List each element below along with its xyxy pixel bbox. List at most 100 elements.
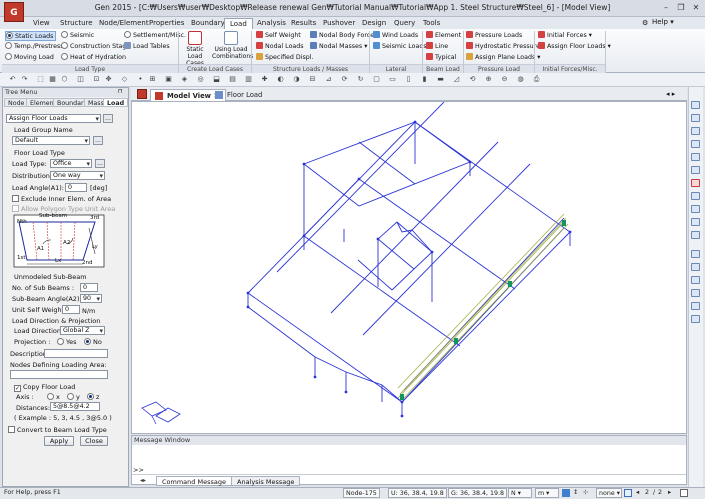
assign-floor-loads-button[interactable]: Assign Floor Loads ▾ — [538, 42, 611, 52]
no-sub-beams-input[interactable]: 0 — [80, 283, 98, 292]
refresh-icon[interactable]: ⟳ — [340, 75, 349, 84]
tab-view[interactable]: View — [28, 18, 55, 29]
load-group-more-button[interactable]: … — [93, 136, 103, 145]
bottom-view-icon[interactable]: ▬ — [436, 75, 445, 84]
front-icon[interactable] — [691, 179, 700, 187]
perspective-icon[interactable]: ⬓ — [212, 75, 221, 84]
settlement-misc-option[interactable]: Settlement/Misc. — [124, 31, 186, 41]
left-view-icon[interactable]: ▯ — [404, 75, 413, 84]
assign-plane-loads-button[interactable]: Assign Plane Loads ▾ — [466, 53, 540, 63]
page-prev-icon[interactable]: ◂ — [636, 488, 639, 498]
top-view-icon[interactable]: ▭ — [388, 75, 397, 84]
regenerate-icon[interactable]: ↻ — [356, 75, 365, 84]
seismic-loads-button[interactable]: Seismic Loads — [373, 42, 427, 52]
iso-view-icon[interactable]: ◇ — [120, 75, 129, 84]
exclude-inner-checkbox[interactable]: Exclude Inner Elem. of Area — [12, 195, 111, 203]
seismic-option[interactable]: Seismic — [61, 31, 94, 41]
help-menu[interactable]: Help ▾ — [652, 18, 674, 26]
tab-design[interactable]: Design — [357, 18, 391, 29]
pressure-loads-button[interactable]: Pressure Loads — [466, 31, 522, 41]
zoom-fit-icon[interactable]: ⊡ — [92, 75, 101, 84]
load-angle-input[interactable]: 0 — [65, 183, 87, 192]
shrink-icon[interactable]: ◎ — [196, 75, 205, 84]
zoom-out-icon[interactable] — [691, 127, 700, 135]
capture-icon[interactable]: ⎙ — [532, 75, 541, 84]
zoom-in-icon[interactable] — [691, 114, 700, 122]
minimize-button[interactable]: – — [660, 2, 672, 13]
allow-polygon-checkbox[interactable]: Allow Polygon Type Unit Area — [12, 205, 115, 213]
distribution-select[interactable]: One way — [50, 171, 105, 180]
tab-properties[interactable]: Properties — [144, 18, 189, 29]
model-view-canvas[interactable] — [131, 101, 687, 434]
panel-tab-load[interactable]: Load — [103, 98, 129, 107]
select-icon[interactable]: ⬚ — [36, 75, 45, 84]
message-scroll-icon[interactable]: ◂▸ — [140, 477, 146, 484]
axis-x-radio[interactable]: x — [47, 393, 60, 401]
heat-of-hydration-option[interactable]: Heat of Hydration — [61, 53, 126, 63]
panel-tab-node[interactable]: Node — [4, 98, 29, 107]
tab-results[interactable]: Results — [286, 18, 321, 29]
iso-icon[interactable] — [691, 166, 700, 174]
zoom-out-icon[interactable]: ⊖ — [500, 75, 509, 84]
snap-icon[interactable]: ✚ — [260, 75, 269, 84]
tab-analysis-message[interactable]: Analysis Message — [231, 476, 301, 486]
tab-tools[interactable]: Tools — [418, 18, 445, 29]
structure-model[interactable] — [132, 101, 688, 435]
pan-icon[interactable]: ✥ — [104, 75, 113, 84]
redo-icon[interactable]: ↷ — [20, 75, 29, 84]
nodal-body-force-button[interactable]: Nodal Body Force — [310, 31, 374, 41]
tab-scroll-icon[interactable]: ◂ ▸ — [666, 90, 675, 98]
display-mass-icon[interactable] — [691, 302, 700, 310]
command-more-button[interactable]: … — [103, 114, 113, 123]
restore-button[interactable]: ❐ — [675, 2, 687, 13]
element-beam-load-button[interactable]: Element — [426, 31, 461, 41]
restore-icon[interactable] — [680, 489, 688, 497]
command-prompt[interactable]: >> — [133, 466, 144, 474]
named-plane-icon[interactable]: ⊟ — [308, 75, 317, 84]
load-tables-button[interactable]: Load Tables — [124, 42, 170, 52]
page-next-icon[interactable]: ▸ — [668, 488, 671, 498]
zoom-window-icon[interactable]: ⊕ — [484, 75, 493, 84]
description-input[interactable] — [44, 349, 108, 358]
dynamic-view-icon[interactable]: ⟲ — [468, 75, 477, 84]
right-view-icon[interactable]: ▮ — [420, 75, 429, 84]
tab-floor-load[interactable]: Floor Load — [211, 89, 268, 101]
pan-icon[interactable] — [691, 140, 700, 148]
grid-icon[interactable]: ▥ — [244, 75, 253, 84]
status-cross-icon[interactable]: ⊹ — [583, 488, 588, 498]
display-boundary-icon[interactable] — [691, 276, 700, 284]
top-icon[interactable] — [691, 192, 700, 200]
activate-icon[interactable]: ◐ — [276, 75, 285, 84]
moving-load-option[interactable]: Moving Load — [5, 53, 54, 63]
convert-to-beam-checkbox[interactable]: Convert to Beam Load Type — [8, 426, 107, 434]
command-select[interactable]: Assign Floor Loads — [6, 114, 101, 123]
display-load-icon[interactable] — [691, 289, 700, 297]
tab-structure[interactable]: Structure — [55, 18, 98, 29]
close-button[interactable]: Close — [80, 436, 108, 446]
temp-prestress-option[interactable]: Temp./Prestress — [5, 42, 64, 52]
front-view-icon[interactable]: ▢ — [372, 75, 381, 84]
nodal-loads-button[interactable]: Nodal Loads — [256, 42, 304, 52]
projection-no-radio[interactable]: No — [84, 338, 102, 346]
element-number-icon[interactable]: ⊞ — [148, 75, 157, 84]
pin-icon[interactable]: ⊓ — [118, 88, 123, 95]
app-logo[interactable]: G — [4, 2, 24, 22]
copy-floor-load-checkbox[interactable]: ✓ Copy Floor Load — [14, 383, 75, 392]
display-element-icon[interactable] — [691, 263, 700, 271]
bottom-icon[interactable] — [691, 231, 700, 239]
frame-icon[interactable] — [624, 489, 632, 497]
initial-forces-button[interactable]: Initial Forces ▾ — [538, 31, 592, 41]
nodal-masses-button[interactable]: Nodal Masses ▾ — [310, 42, 367, 52]
inactivate-icon[interactable]: ◑ — [292, 75, 301, 84]
unselect-icon[interactable]: ◫ — [76, 75, 85, 84]
display-icon[interactable]: ▣ — [164, 75, 173, 84]
filter-select[interactable]: none ▾ — [596, 488, 622, 498]
static-load-cases-button[interactable]: Static Load Cases — [180, 31, 210, 67]
distances-input[interactable]: 5@8.5@4.2 — [50, 402, 100, 411]
length-unit-select[interactable]: m ▾ — [535, 488, 559, 498]
tab-query[interactable]: Query — [389, 18, 420, 29]
gear-icon[interactable]: ⚙ — [642, 19, 648, 27]
undo-icon[interactable]: ↶ — [8, 75, 17, 84]
close-window-button[interactable]: ✕ — [690, 2, 702, 13]
status-arrow-icon[interactable]: ↕ — [573, 488, 578, 498]
